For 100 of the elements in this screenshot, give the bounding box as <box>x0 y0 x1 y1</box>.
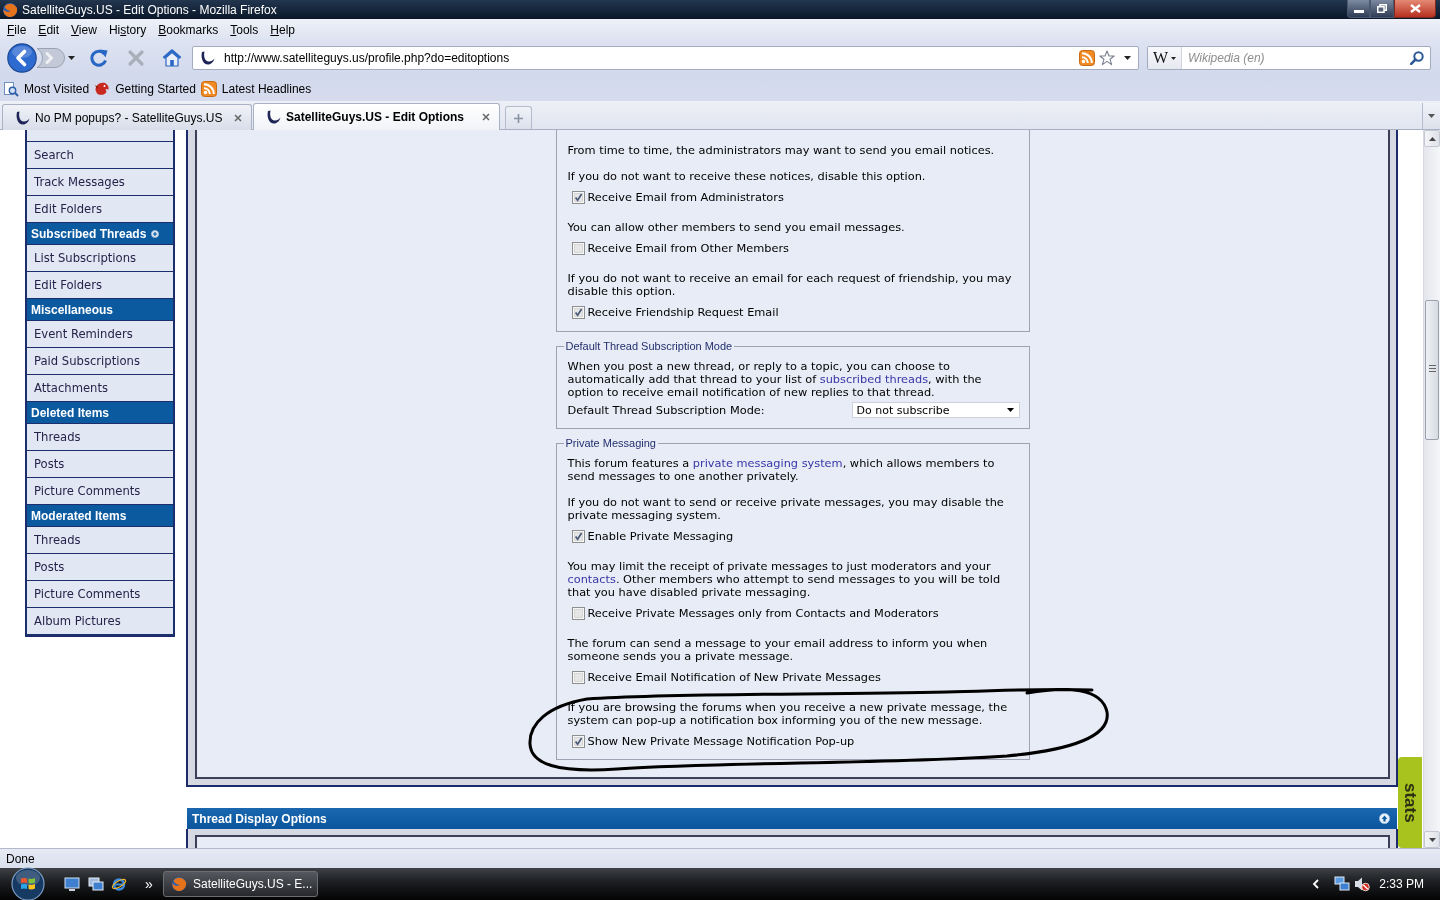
sidebar-link[interactable]: List Subscriptions <box>27 245 173 272</box>
bird-icon <box>94 80 111 97</box>
sidebar-link[interactable]: Posts <box>27 451 173 478</box>
sidebar-heading: Deleted Items <box>31 405 110 420</box>
bookmark-link[interactable]: Getting Started <box>94 78 196 99</box>
checkbox[interactable] <box>571 305 585 319</box>
start-orb-icon[interactable] <box>11 867 45 900</box>
menu-item[interactable]: File <box>1 20 33 39</box>
checkbox[interactable] <box>571 529 585 543</box>
option-description: When you post a new thread, or reply to a topic, you can choose to automatically add that thread to your list of subscribed threads, with the option to receive email notification of new replies to that thread. <box>567 360 983 399</box>
option-description: If you are browsing the forums when you receive a new private message, the system can pop-up a notification box informing you of the new message. <box>567 701 1009 727</box>
plus-icon <box>514 113 523 123</box>
scrollbar-thumb[interactable] <box>1425 300 1439 440</box>
browser-tab[interactable]: No PM popups? - SatelliteGuys.US <box>2 104 252 130</box>
sidebar-link[interactable]: Paid Subscriptions <box>27 348 173 375</box>
close-icon <box>1409 4 1421 13</box>
fox-globe-icon <box>171 876 187 892</box>
bookmark-link[interactable]: Latest Headlines <box>200 78 312 99</box>
sidebar-heading: Miscellaneous <box>31 302 114 317</box>
sidebar-link[interactable]: Search <box>27 142 173 169</box>
option-description: You can allow other members to send you email messages. <box>567 221 906 234</box>
address-bar[interactable]: http://www.satelliteguys.us/profile.php?do=editoptions <box>192 46 1139 70</box>
menu-item[interactable]: History <box>102 20 153 39</box>
group-legend: Default Thread Subscription Mode <box>563 340 735 353</box>
close-icon[interactable] <box>234 113 242 122</box>
swoosh-icon <box>265 109 281 125</box>
search-icon[interactable] <box>1410 51 1424 65</box>
close-button[interactable] <box>1394 0 1436 18</box>
muted-speaker-icon[interactable] <box>1354 876 1371 892</box>
scroll-up-button[interactable] <box>1424 130 1440 147</box>
close-icon[interactable] <box>482 113 490 121</box>
menu-item[interactable]: View <box>65 20 103 39</box>
sidebar-heading: Subscribed Threads <box>31 226 147 241</box>
back-icon[interactable] <box>7 43 37 73</box>
restore-button[interactable] <box>1370 0 1394 18</box>
caret-icon <box>1171 56 1177 60</box>
checkbox-label[interactable]: Show New Private Message Notification Pop-up <box>587 734 855 748</box>
checkbox-label[interactable]: Receive Email from Other Members <box>587 241 789 255</box>
sidebar-link[interactable]: Picture Comments <box>27 581 173 608</box>
text-link[interactable]: contacts <box>567 572 616 586</box>
address-field[interactable]: http://www.satelliteguys.us/profile.php?do=editoptions <box>224 49 1079 67</box>
feed-icon[interactable] <box>1079 50 1095 66</box>
search-engine-button[interactable]: W <box>1148 47 1182 69</box>
text-link[interactable]: private messaging system <box>692 456 843 470</box>
checkbox[interactable] <box>571 670 585 684</box>
network-icon[interactable] <box>1334 876 1351 892</box>
swoosh-icon <box>199 50 215 66</box>
sidebar-link[interactable]: Threads <box>27 424 173 451</box>
scroll-down-button[interactable] <box>1424 831 1440 848</box>
scrollbar[interactable] <box>1423 130 1440 848</box>
tab-list-button[interactable] <box>1422 103 1440 129</box>
menu-item[interactable]: Edit <box>32 20 66 39</box>
checkbox[interactable] <box>571 734 585 748</box>
switch-windows-icon[interactable] <box>88 876 104 892</box>
sidebar-link[interactable]: Posts <box>27 554 173 581</box>
checkbox[interactable] <box>571 606 585 620</box>
option-description: From time to time, the administrators may want to send you email notices. <box>567 144 996 157</box>
chevron-icon[interactable] <box>1312 879 1321 889</box>
reload-icon[interactable] <box>89 48 109 68</box>
sidebar-link[interactable]: Event Reminders <box>27 321 173 348</box>
option-description: If you do not want to receive an email for each request of friendship, you may disable this option. <box>567 272 1013 298</box>
collapse-icon[interactable] <box>1379 813 1390 824</box>
checkbox-label[interactable]: Receive Friendship Request Email <box>587 305 779 319</box>
sidebar-link[interactable]: Album Pictures <box>27 608 173 635</box>
expand-icon[interactable] <box>151 229 160 238</box>
minimize-icon <box>1353 10 1364 13</box>
taskbar-button[interactable]: SatelliteGuys.US - E... <box>163 871 318 897</box>
restore-icon <box>1377 4 1387 13</box>
search-bar[interactable]: W Wikipedia (en) <box>1147 46 1431 70</box>
stats-tab[interactable]: stats <box>1398 757 1422 848</box>
menu-item[interactable]: Help <box>264 20 301 39</box>
checkbox[interactable] <box>571 241 585 255</box>
checkbox[interactable] <box>571 190 585 204</box>
star-icon[interactable] <box>1099 50 1115 66</box>
letter-e-icon[interactable] <box>111 876 127 892</box>
option-description: If you do not want to send or receive private messages, you may disable the private messaging system. <box>567 496 1005 522</box>
swoosh-icon <box>14 109 30 126</box>
checkbox-label[interactable]: Enable Private Messaging <box>587 529 734 543</box>
checkbox-label[interactable]: Receive Email Notification of New Private Messages <box>587 670 881 684</box>
checkbox-label[interactable]: Receive Private Messages only from Contacts and Moderators <box>587 606 939 620</box>
sidebar-link[interactable]: Track Messages <box>27 169 173 196</box>
caret-icon[interactable] <box>68 56 75 60</box>
select-dropdown[interactable]: Do not subscribe <box>851 402 1020 418</box>
caret-icon[interactable] <box>1124 56 1131 60</box>
option-description: The forum can send a message to your email address to inform you when someone sends you a private message. <box>567 637 989 663</box>
search-field[interactable]: Wikipedia (en) <box>1188 49 1410 67</box>
bookmark-link[interactable]: Most Visited <box>3 78 90 99</box>
menu-item[interactable]: Tools <box>224 20 265 39</box>
more-button[interactable]: » <box>145 877 153 891</box>
fox-globe-icon <box>2 1 18 18</box>
browser-tab[interactable]: SatelliteGuys.US - Edit Options <box>253 103 500 130</box>
caret-icon <box>1006 408 1014 412</box>
home-icon[interactable] <box>162 49 182 67</box>
show-desktop-icon[interactable] <box>64 876 80 892</box>
new-tab-button[interactable] <box>505 106 532 129</box>
minimize-button[interactable] <box>1347 0 1370 18</box>
checkbox-label[interactable]: Receive Email from Administrators <box>587 190 784 204</box>
sidebar-link[interactable]: Threads <box>27 527 173 554</box>
menu-item[interactable]: Bookmarks <box>152 20 225 39</box>
status-text: Done <box>6 851 35 866</box>
